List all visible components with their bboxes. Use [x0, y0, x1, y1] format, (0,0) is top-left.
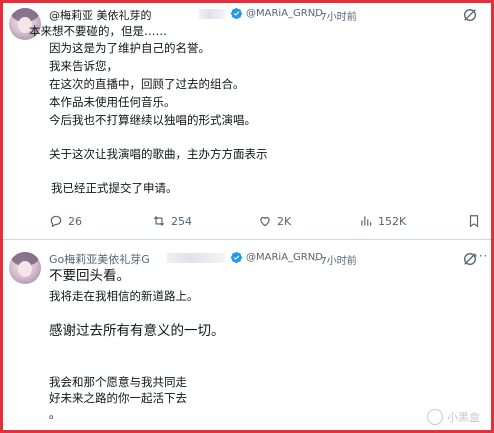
tweet-text-line: 我来告诉您， [49, 59, 118, 73]
reply-icon [50, 215, 62, 228]
tweet-text-line: 感谢过去所有有意义的一切。 [49, 323, 225, 339]
tweet-header: Go梅莉亚美依礼芽G @MARiA_GRND · 7小时前 ··· [49, 249, 491, 267]
tweet-text-line: 好未来之路的你一起活下去 [49, 391, 187, 405]
tweet-text-line: 今后我也不打算继续以独唱的形式演唱。 [49, 113, 256, 127]
tweet-text-line: 不要回头看。 [49, 268, 130, 284]
redacted-name-part [167, 253, 225, 263]
verified-badge-icon [230, 251, 243, 264]
retweet-button[interactable]: 254 [152, 214, 192, 228]
handle[interactable]: @MARiA_GRND [246, 8, 323, 19]
timestamp[interactable]: · 7小时前 [314, 8, 357, 23]
retweet-count: 254 [171, 214, 192, 228]
reply-count: 26 [68, 214, 82, 228]
tweet-text-line: 我将走在我相信的新道路上。 [49, 289, 199, 303]
like-count: 2K [277, 214, 292, 228]
tweet-text-line: 我已经正式提交了申请。 [51, 181, 178, 195]
grok-icon[interactable] [462, 251, 478, 267]
tweet-text-line: 关于这次让我演唱的歌曲，主办方方面表示 [49, 147, 268, 161]
handle[interactable]: @MARiA_GRND [246, 252, 323, 263]
watermark-text: 小黑盒 [447, 411, 480, 424]
view-count: 152K [378, 214, 407, 228]
tweet-1[interactable]: @梅莉亚 美依礼芽的 @MARiA_GRND · 7小时前 本来想不要碰的，但是… [3, 0, 491, 238]
bookmark-icon[interactable] [467, 214, 481, 228]
tweet-actions: 26 254 2K 152K [49, 214, 479, 232]
retweet-icon [153, 216, 165, 226]
avatar[interactable] [9, 252, 41, 284]
tweet-header: @梅莉亚 美依礼芽的 @MARiA_GRND · 7小时前 [49, 7, 491, 23]
tweet-2[interactable]: Go梅莉亚美依礼芽G @MARiA_GRND · 7小时前 ··· 不要回头看。… [3, 240, 491, 430]
tweet-text-line: 我会和那个愿意与我共同走 [49, 375, 187, 389]
views-chart-icon [361, 216, 372, 226]
display-name[interactable]: Go梅莉亚美依礼芽G [49, 251, 150, 267]
heybox-logo-icon [427, 409, 443, 425]
reply-button[interactable]: 26 [49, 214, 82, 228]
tweet-text-line: 本来想不要碰的，但是…… [29, 24, 167, 38]
tweet-text-line: 因为这是为了维护自己的名誉。 [49, 41, 210, 55]
timestamp[interactable]: · 7小时前 [314, 252, 357, 267]
views-button[interactable]: 152K [359, 214, 406, 228]
verified-badge-icon [230, 7, 243, 20]
like-button[interactable]: 2K [258, 214, 291, 228]
tweet-text-line: 。 [49, 407, 61, 421]
tweet-text-line: 在这次的直播中，回顾了过去的组合。 [49, 77, 245, 91]
display-name[interactable]: @梅莉亚 美依礼芽的 [49, 7, 152, 23]
redacted-name-part [199, 9, 225, 19]
tweet-text-line: 本作品未使用任何音乐。 [49, 95, 176, 109]
heart-icon [260, 216, 270, 227]
grok-icon[interactable] [462, 7, 478, 23]
watermark: 小黑盒 [427, 409, 480, 425]
